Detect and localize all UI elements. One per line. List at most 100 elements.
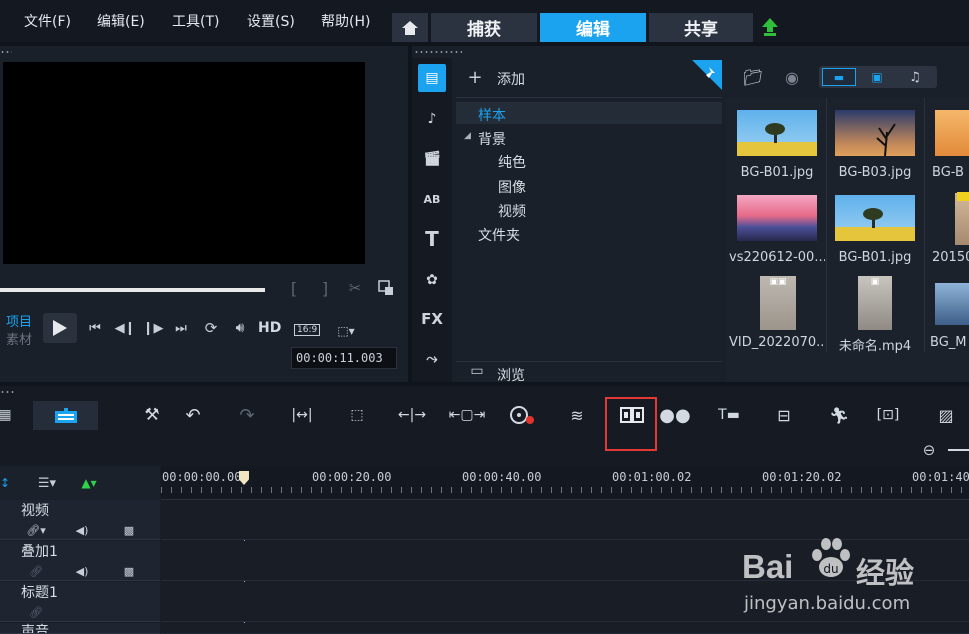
menu-settings[interactable]: 设置(S) [247,11,295,31]
volume-icon[interactable]: 🔊︎ [230,319,250,337]
mute-icon[interactable]: ◀︎) [73,523,91,537]
menu-help[interactable]: 帮助(H) [321,11,370,31]
fit-window-icon[interactable]: ⬚ [342,400,372,430]
track-lane-voice[interactable] [161,623,969,634]
link-icon[interactable]: 🔗︎▾ [26,523,46,537]
tree-item-image[interactable]: 图像 [498,177,526,197]
toolbar-grip[interactable] [0,390,14,394]
link-icon[interactable]: 🔗︎ [27,605,45,619]
end-icon[interactable]: ⏭ [172,319,190,337]
ripple-icon[interactable]: ⇤▢⇥ [449,400,486,430]
crop-icon[interactable]: ▨ [931,400,961,430]
pin-button[interactable] [692,60,722,90]
project-mode-label[interactable]: 项目 [6,311,32,330]
redo-icon[interactable]: ↷ [232,400,262,430]
panel-grip[interactable] [0,50,12,54]
add-icon[interactable]: + [466,67,484,88]
add-folder-button[interactable]: 添加 [497,69,525,89]
thumbnail-vs220612[interactable] [737,195,817,241]
zoom-out-icon[interactable]: ⊖ [918,440,940,460]
timecode-field[interactable]: 00:00:11.003 [291,347,397,369]
link-icon[interactable]: 🔗︎ [27,564,45,578]
capture-icon[interactable]: ◉ [780,66,804,88]
filter-photo-icon[interactable]: ▣ [862,68,892,86]
thumbnail-bg-b01[interactable] [737,110,817,156]
tools-icon[interactable]: ⚒ [137,400,167,430]
fit-project-icon[interactable]: |↔| [287,400,317,430]
upload-icon[interactable] [760,16,780,38]
mask-creator-icon[interactable]: ●● [659,400,690,430]
transition-icon[interactable]: AB [418,185,446,213]
grid-icon[interactable]: ▩ [122,564,136,578]
tree-item-samples[interactable]: 样本 [478,105,506,125]
media-library-icon[interactable]: ▤ [418,64,446,92]
enlarge-icon[interactable] [376,279,396,297]
grid-icon[interactable]: ▩ [122,523,136,537]
scrub-bar[interactable] [0,288,265,292]
import-folder-icon[interactable]: 📁︎ [741,66,765,88]
track-manager-icon[interactable]: ↕ [0,474,10,492]
tab-capture[interactable]: 捕获 [431,13,537,42]
thumbnail-bg-m[interactable] [935,283,969,325]
fx-filter-icon[interactable]: FX [418,305,446,333]
filter-audio-icon[interactable]: ♫ [900,68,930,86]
graphics-icon[interactable]: ✿ [418,266,446,294]
browse-button[interactable]: 浏览 [497,365,525,385]
menu-edit[interactable]: 编辑(E) [97,11,145,31]
mark-out-icon[interactable]: ] [318,279,332,298]
zoom-slider[interactable] [948,449,969,451]
instant-project-icon[interactable]: 🎬︎ [418,145,446,173]
home-start-icon[interactable]: ⏮ [86,319,104,337]
motion-tracking-icon[interactable]: 🏃︎ [824,400,854,430]
timeline-view-button[interactable] [33,401,98,430]
tree-expand-icon[interactable]: ◢ [464,131,471,141]
title-track-icon[interactable]: T▬ [714,400,744,430]
repeat-icon[interactable]: ⟳ [201,319,221,337]
tree-item-folder[interactable]: 文件夹 [478,225,520,245]
tab-edit[interactable]: 编辑 [540,13,646,42]
next-frame-icon[interactable]: ❙▶ [143,319,164,337]
filter-video-icon[interactable]: ▬ [822,68,856,86]
split-icon[interactable]: ←|→ [397,400,427,430]
play-button[interactable] [43,313,77,343]
tree-item-video[interactable]: 视频 [498,201,526,221]
track-lane-video[interactable] [161,500,969,540]
mark-in-icon[interactable]: [ [287,279,301,298]
thumbnail-bg-b03[interactable] [835,110,915,157]
tree-item-background[interactable]: 背景 [478,129,506,149]
mute-icon[interactable]: ◀︎) [73,564,91,578]
previous-frame-icon[interactable]: ◀❙ [115,319,136,337]
tab-share[interactable]: 共享 [649,13,753,42]
chapter-icon[interactable]: ☰▾ [36,474,58,492]
selection-icon[interactable]: ⬚▾ [335,322,357,340]
preview-screen[interactable] [3,62,365,264]
undo-icon[interactable]: ↶ [178,400,208,430]
track-header-video[interactable]: 视频 🔗︎▾ ◀︎) ▩ [0,500,160,540]
thumbnail-bg-b[interactable] [935,110,969,156]
multi-camera-icon[interactable] [617,400,647,430]
add-marker-icon[interactable]: ▲▾ [78,474,100,492]
motion-path-icon[interactable]: ⤳ [418,345,446,373]
storyboard-view-icon[interactable]: ▦ [0,404,12,426]
record-capture-icon[interactable] [507,400,537,430]
track-header-title[interactable]: 标题1 🔗︎ [0,582,160,622]
scissors-icon[interactable]: ✂ [345,279,365,297]
clip-mode-label[interactable]: 素材 [6,329,32,348]
title-icon[interactable]: T [418,225,446,253]
hd-preview-button[interactable]: HD [258,320,281,336]
tree-item-solid-color[interactable]: 纯色 [498,152,526,172]
thumbnail-bg-b01-b[interactable] [835,195,915,241]
menu-tools[interactable]: 工具(T) [172,11,219,31]
browse-icon[interactable]: ▭ [466,362,488,380]
aspect-ratio-button[interactable]: 16:9 [294,324,321,336]
track-transparency-icon[interactable]: [⊡] [873,400,903,430]
track-header-voice[interactable]: 声音 [0,623,160,634]
time-ruler[interactable] [161,466,969,500]
audio-mixer-icon[interactable]: ≋ [562,400,592,430]
audio-library-icon[interactable]: ♪ [418,105,446,133]
menu-file[interactable]: 文件(F) [24,11,71,31]
split-screen-icon[interactable]: ⊟ [769,400,799,430]
library-grip[interactable] [414,50,462,54]
track-header-overlay[interactable]: 叠加1 🔗︎ ◀︎) ▩ [0,541,160,581]
home-button[interactable] [392,13,428,42]
